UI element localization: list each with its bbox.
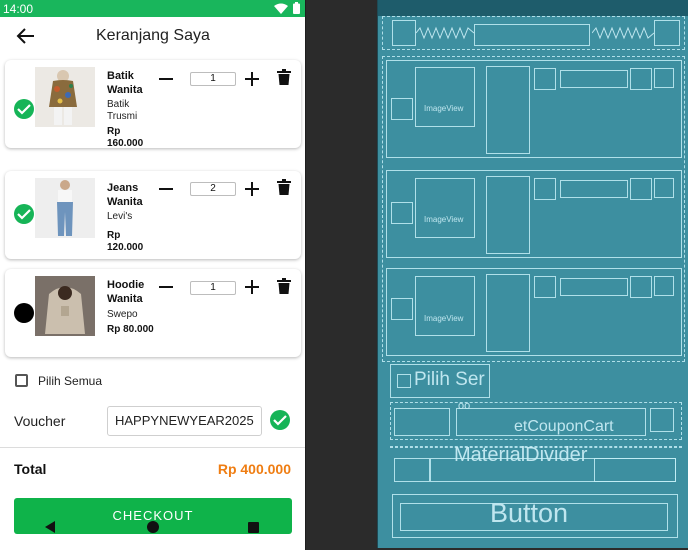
select-all-checkbox[interactable]: [15, 374, 28, 387]
voucher-input[interactable]: HAPPYNEWYEAR2025: [107, 406, 262, 436]
plus-icon[interactable]: [243, 70, 261, 88]
product-image: [35, 178, 95, 238]
blueprint-total-label: [394, 458, 430, 482]
plus-icon[interactable]: [243, 278, 261, 296]
blueprint-minus[interactable]: [534, 276, 556, 298]
voucher-label: Voucher: [14, 413, 66, 429]
divider: [0, 447, 305, 448]
minus-icon[interactable]: [157, 70, 175, 88]
quantity-input[interactable]: 1: [190, 281, 236, 295]
blueprint-imageview-label: ImageView: [424, 215, 464, 224]
plus-icon[interactable]: [243, 180, 261, 198]
product-image: [35, 276, 95, 336]
blueprint-minus[interactable]: [534, 68, 556, 90]
blueprint-status-area: [378, 0, 688, 16]
blueprint-imageview-label: ImageView: [424, 104, 464, 113]
blueprint-coupon-label: etCouponCart: [514, 418, 614, 435]
trash-icon[interactable]: [277, 69, 291, 85]
layout-blueprint: ImageView ImageView ImageView Pilih Ser …: [377, 0, 688, 548]
blueprint-check[interactable]: [391, 298, 413, 320]
blueprint-qty[interactable]: [560, 278, 628, 296]
product-name: Hoodie Wanita: [107, 279, 145, 305]
product-image: [35, 67, 95, 127]
trash-icon[interactable]: [277, 278, 291, 294]
product-price: Rp 160.000: [107, 126, 144, 149]
blueprint-trash[interactable]: [654, 178, 674, 198]
blueprint-plus[interactable]: [630, 68, 652, 90]
blueprint-imageview-label: ImageView: [424, 314, 464, 323]
product-name: Batik Wanita: [107, 70, 143, 96]
quantity-input[interactable]: 1: [190, 72, 236, 86]
blueprint-check[interactable]: [391, 202, 413, 224]
product-brand: Batik Trusmi: [107, 99, 138, 122]
blueprint-trash[interactable]: [654, 276, 674, 296]
blueprint-button-label: Button: [490, 498, 569, 528]
status-icons: [274, 2, 300, 14]
nav-recents-icon[interactable]: [248, 522, 259, 533]
trash-icon[interactable]: [277, 179, 291, 195]
blueprint-select-all-label: Pilih Ser: [414, 369, 485, 390]
total-value: Rp 400.000: [217, 461, 291, 477]
blueprint-total-amount: [594, 458, 676, 482]
voucher-valid-icon: [270, 410, 290, 430]
blueprint-voucher-label: [394, 408, 450, 436]
blueprint-qty[interactable]: [560, 70, 628, 88]
blueprint-checkbox-icon[interactable]: [397, 374, 411, 388]
phone-screen: 14:00 Keranjang Saya Batik Wanita Batik …: [0, 0, 306, 550]
minus-icon[interactable]: [157, 278, 175, 296]
total-label: Total: [14, 461, 47, 477]
battery-icon: [293, 2, 300, 14]
blueprint-imageview: [415, 276, 475, 336]
minus-icon[interactable]: [157, 180, 175, 198]
product-price: Rp 120.000: [107, 230, 144, 253]
blueprint-plus[interactable]: [630, 178, 652, 200]
cart-item-card: Jeans Wanita Levi's Rp 120.000 2: [5, 171, 301, 259]
status-bar: 14:00: [0, 0, 305, 17]
blueprint-minus[interactable]: [534, 178, 556, 200]
wifi-icon: [274, 3, 288, 14]
quantity-input[interactable]: 2: [190, 182, 236, 196]
blueprint-trash[interactable]: [654, 68, 674, 88]
cart-item-card: Batik Wanita Batik Trusmi Rp 160.000 1: [5, 60, 301, 149]
select-all-label: Pilih Semua: [38, 374, 103, 388]
item-checked-icon[interactable]: [14, 99, 34, 119]
nav-home-icon[interactable]: [147, 521, 159, 533]
product-brand: Levi's: [107, 211, 133, 222]
blueprint-check[interactable]: [391, 98, 413, 120]
blueprint-qty[interactable]: [560, 180, 628, 198]
blueprint-text-column: [486, 66, 530, 154]
blueprint-imageview: [415, 178, 475, 238]
back-arrow-icon[interactable]: [14, 24, 38, 48]
product-price: Rp 80.000: [107, 324, 154, 335]
product-name: Jeans Wanita: [107, 182, 143, 208]
blueprint-text-column: [486, 176, 530, 254]
cart-item-card: Hoodie Wanita Swepo Rp 80.000 1: [5, 269, 301, 357]
blueprint-app-bar: [382, 16, 685, 50]
status-time: 14:00: [3, 2, 34, 16]
blueprint-imageview: [415, 67, 475, 127]
app-bar: Keranjang Saya: [0, 17, 305, 57]
blueprint-text-column: [486, 274, 530, 352]
item-checked-icon[interactable]: [14, 204, 34, 224]
product-brand: Swepo: [107, 309, 138, 320]
nav-back-icon[interactable]: [45, 521, 55, 533]
page-title: Keranjang Saya: [96, 27, 210, 44]
item-unchecked-icon[interactable]: [14, 303, 34, 323]
blueprint-plus[interactable]: [630, 276, 652, 298]
blueprint-coupon-ok-icon: [650, 408, 674, 432]
